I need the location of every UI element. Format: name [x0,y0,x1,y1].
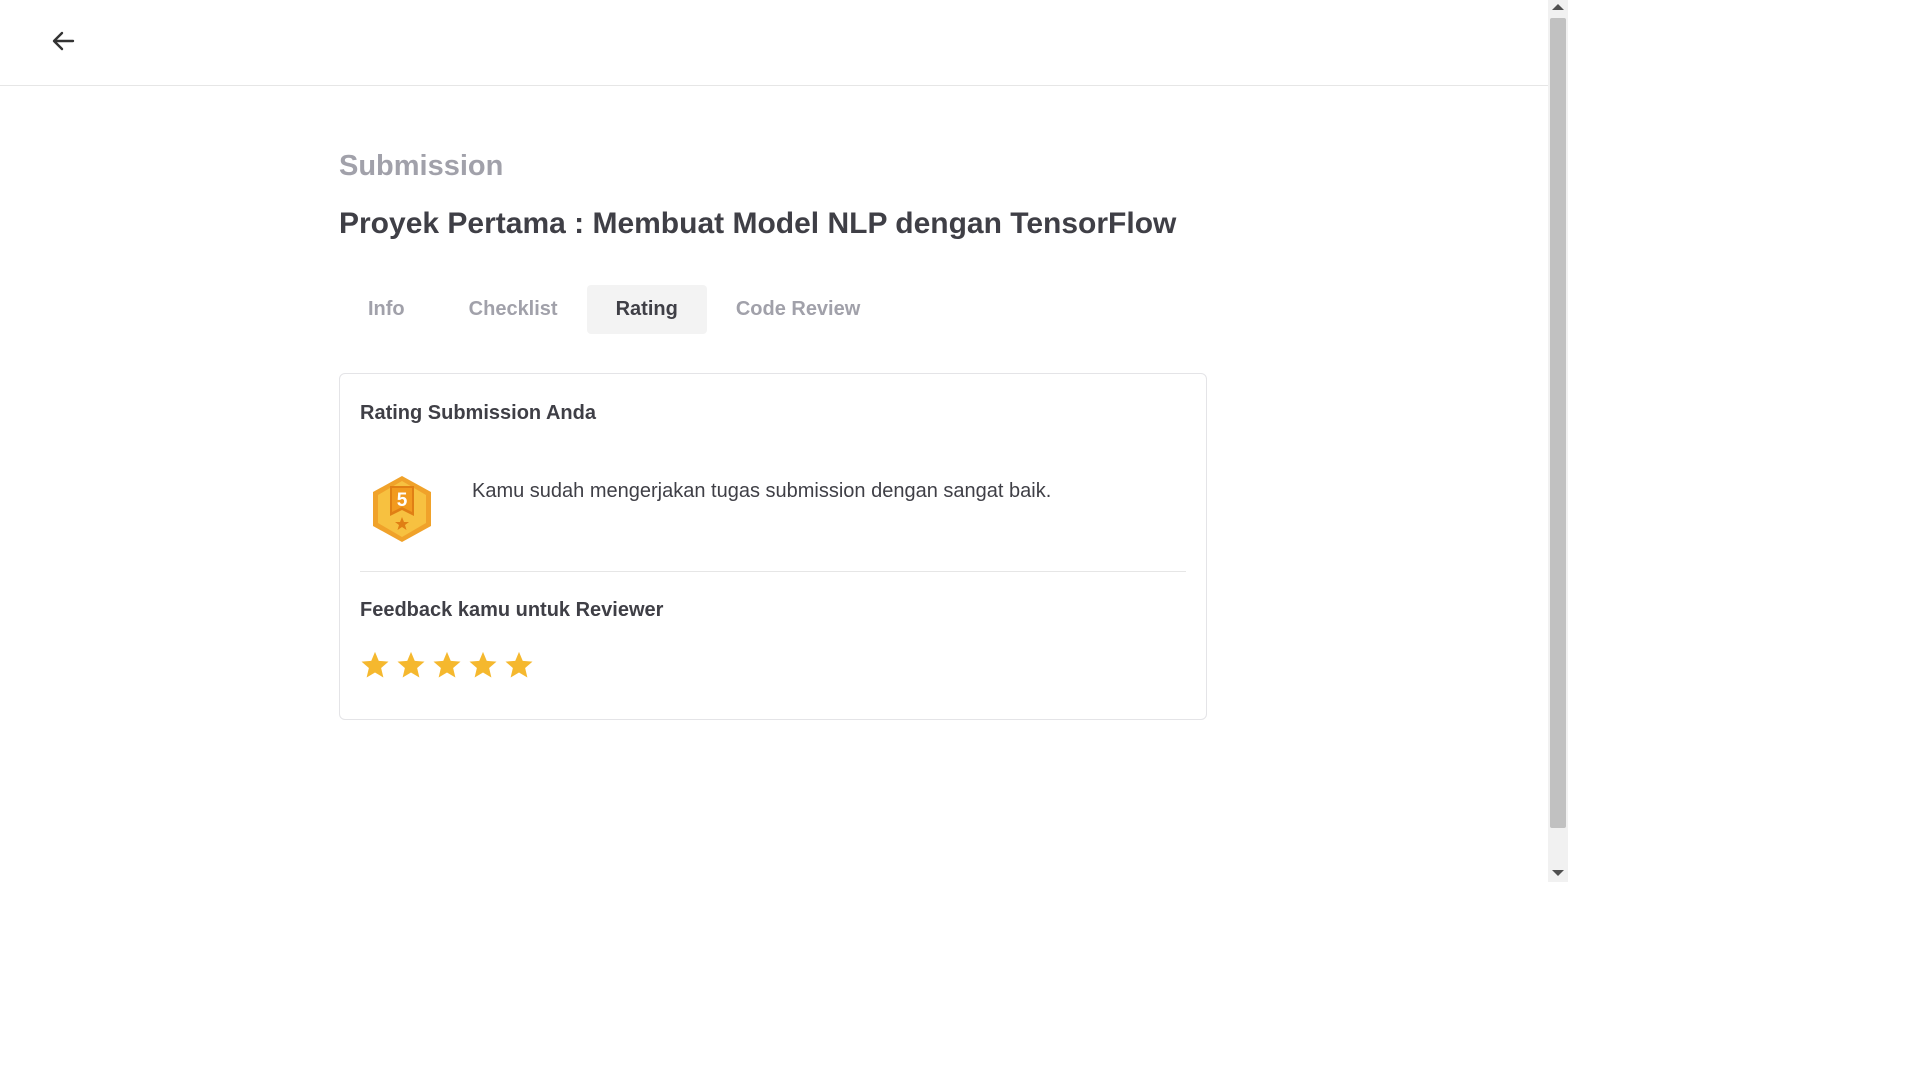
tab-bar: Info Checklist Rating Code Review [339,285,1209,334]
feedback-heading: Feedback kamu untuk Reviewer [360,599,664,621]
hexagon-rating-badge-icon: 5 [370,474,434,544]
back-button[interactable] [48,28,78,54]
page-title: Proyek Pertama : Membuat Model NLP denga… [339,207,1177,240]
rating-message: Kamu sudah mengerjakan tugas submission … [472,480,1052,502]
badge-value: 5 [397,490,408,511]
main-content: Submission Proyek Pertama : Membuat Mode… [339,140,1209,720]
arrow-left-icon [52,31,75,51]
tab-info[interactable]: Info [339,285,440,334]
divider [360,571,1186,572]
scroll-thumb[interactable] [1550,18,1566,828]
vertical-scrollbar[interactable] [1548,0,1568,882]
tab-rating[interactable]: Rating [586,285,707,334]
tab-code-review[interactable]: Code Review [707,285,889,334]
scroll-up-arrow-icon[interactable] [1552,4,1564,10]
rating-heading: Rating Submission Anda [360,402,596,424]
scroll-down-arrow-icon[interactable] [1552,870,1564,876]
star-icon-1[interactable] [360,650,390,680]
rating-card: Rating Submission Anda 5 Kamu sudah meng… [339,373,1207,720]
star-icon-5[interactable] [504,650,534,680]
top-bar [0,0,1548,86]
star-icon-4[interactable] [468,650,498,680]
page-eyebrow: Submission [339,150,504,182]
tab-checklist[interactable]: Checklist [440,285,587,334]
star-icon-3[interactable] [432,650,462,680]
star-rating [360,650,534,680]
star-icon-2[interactable] [396,650,426,680]
page: Submission Proyek Pertama : Membuat Mode… [0,0,1568,882]
